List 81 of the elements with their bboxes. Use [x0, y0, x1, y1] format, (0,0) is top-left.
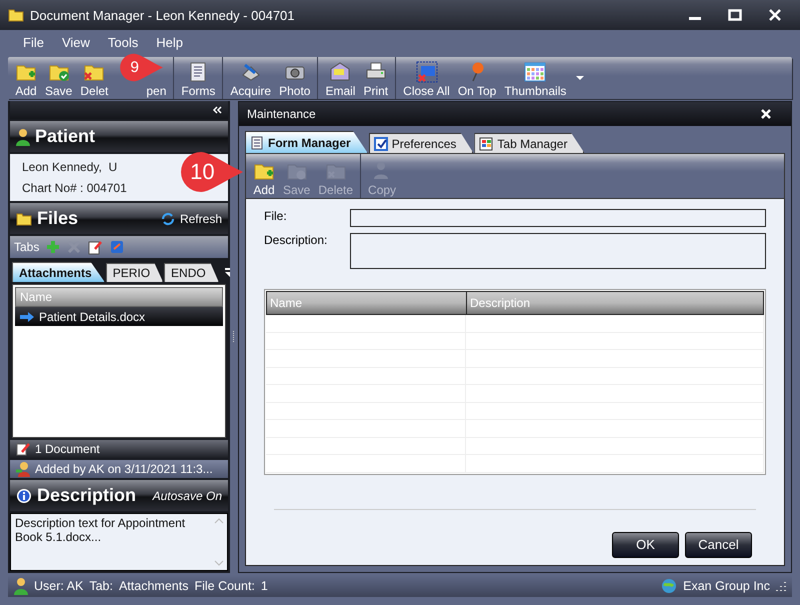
menu-item[interactable]: Help: [147, 33, 192, 52]
info-icon: [16, 488, 32, 504]
toolbar-button[interactable]: Add: [249, 154, 279, 198]
toolbar-button[interactable]: Save: [41, 57, 76, 99]
toolbar-label: Tabs: [14, 240, 40, 254]
file-name: Patient Details.docx: [39, 310, 146, 324]
folder-icon: [16, 210, 32, 226]
field-label: Description:: [264, 233, 328, 247]
folder-icon: [8, 8, 24, 22]
toolbar-button[interactable]: Acquire: [226, 57, 276, 99]
column-header: Name: [267, 292, 467, 314]
toolbar-button[interactable]: On Top: [454, 57, 500, 99]
field-label: File:: [264, 209, 288, 223]
tab[interactable]: ENDO: [164, 263, 219, 282]
callout-marker: 9: [119, 53, 164, 82]
toolbar-button[interactable]: Email: [321, 57, 360, 99]
caret-icon[interactable]: [576, 75, 584, 81]
description-text: Description text for Appointment Book 5.1.docx...: [14, 515, 186, 546]
menu-item[interactable]: View: [52, 33, 99, 52]
status-label: File Count:: [194, 579, 255, 593]
user-icon: [14, 577, 28, 595]
patient-name: Leon Kennedy, U: [22, 160, 118, 174]
toolbar-button[interactable]: Forms: [177, 57, 220, 99]
status-label: Tab:: [89, 579, 113, 593]
document-count: 1 Document: [35, 442, 100, 456]
company-name: Exan Group Inc: [683, 579, 770, 593]
toolbar-button[interactable]: Print: [359, 57, 392, 99]
description-box[interactable]: Description text for Appointment Book 5.1.docx...: [10, 513, 228, 571]
status-value: Attachments: [118, 579, 188, 593]
column-header: Description: [467, 292, 763, 314]
added-by-text: Added by AK on 3/11/2021 11:3...: [35, 462, 213, 476]
toolbar-button[interactable]: Add: [11, 57, 41, 99]
grid-icon: [479, 136, 494, 150]
arrow-right-icon: [19, 310, 35, 322]
toolbar-button[interactable]: Photo: [275, 57, 314, 99]
toolbar-button[interactable]: Close All: [399, 57, 454, 99]
dialog-button[interactable]: Cancel: [685, 532, 752, 558]
status-value: 1: [260, 579, 268, 593]
description-field[interactable]: [350, 233, 766, 269]
scanner-icon: [240, 61, 262, 83]
refresh-icon: [160, 210, 176, 226]
status-user: User: AK: [34, 579, 84, 593]
refresh-button[interactable]: Refresh: [160, 210, 222, 226]
menu-item[interactable]: File: [14, 33, 53, 52]
autosave-status: Autosave On: [152, 488, 222, 502]
tab[interactable]: Form Manager: [245, 131, 368, 153]
toolbar-button[interactable]: pen: [142, 82, 170, 99]
person-icon: [16, 128, 30, 146]
monitor-close-icon: [416, 61, 438, 83]
chart-number: Chart No# : 004701: [22, 181, 127, 195]
file-row[interactable]: Patient Details.docx: [15, 307, 223, 326]
person-arrow-icon: [16, 461, 30, 477]
menu-item[interactable]: Tools: [98, 33, 148, 52]
close-icon[interactable]: [768, 8, 782, 22]
panel-title: Patient: [35, 126, 96, 147]
toolbar-button[interactable]: Thumbnails: [500, 57, 570, 99]
callout-marker: 10: [180, 151, 244, 193]
tab[interactable]: PERIO: [106, 263, 164, 282]
form-icon: [250, 136, 264, 150]
file-field[interactable]: [350, 209, 766, 227]
dialog-title: Maintenance: [247, 107, 317, 121]
edit-icon[interactable]: [87, 239, 104, 255]
globe-icon: [661, 578, 678, 594]
tab[interactable]: Attachments: [12, 262, 105, 282]
dialog-button[interactable]: OK: [612, 532, 679, 558]
resize-grip-icon[interactable]: [776, 581, 786, 591]
toolbar-button[interactable]: Delet: [76, 57, 112, 99]
tab[interactable]: Preferences: [368, 133, 474, 153]
envelope-icon: [329, 61, 352, 83]
double-chevron-left-icon[interactable]: [212, 106, 222, 114]
grid-icon: [524, 61, 546, 83]
checkbox-icon: [374, 136, 388, 150]
tab[interactable]: Tab Manager: [474, 133, 584, 153]
edit-document-icon: [16, 442, 30, 456]
close-icon[interactable]: [760, 108, 772, 120]
window-title: Document Manager - Leon Kennedy - 004701: [30, 8, 296, 22]
panel-title: Files: [37, 208, 80, 229]
panel-title: Description: [37, 485, 138, 506]
grip-icon[interactable]: [232, 331, 234, 343]
column-header: Name: [15, 287, 223, 307]
maximize-icon[interactable]: [728, 8, 742, 22]
